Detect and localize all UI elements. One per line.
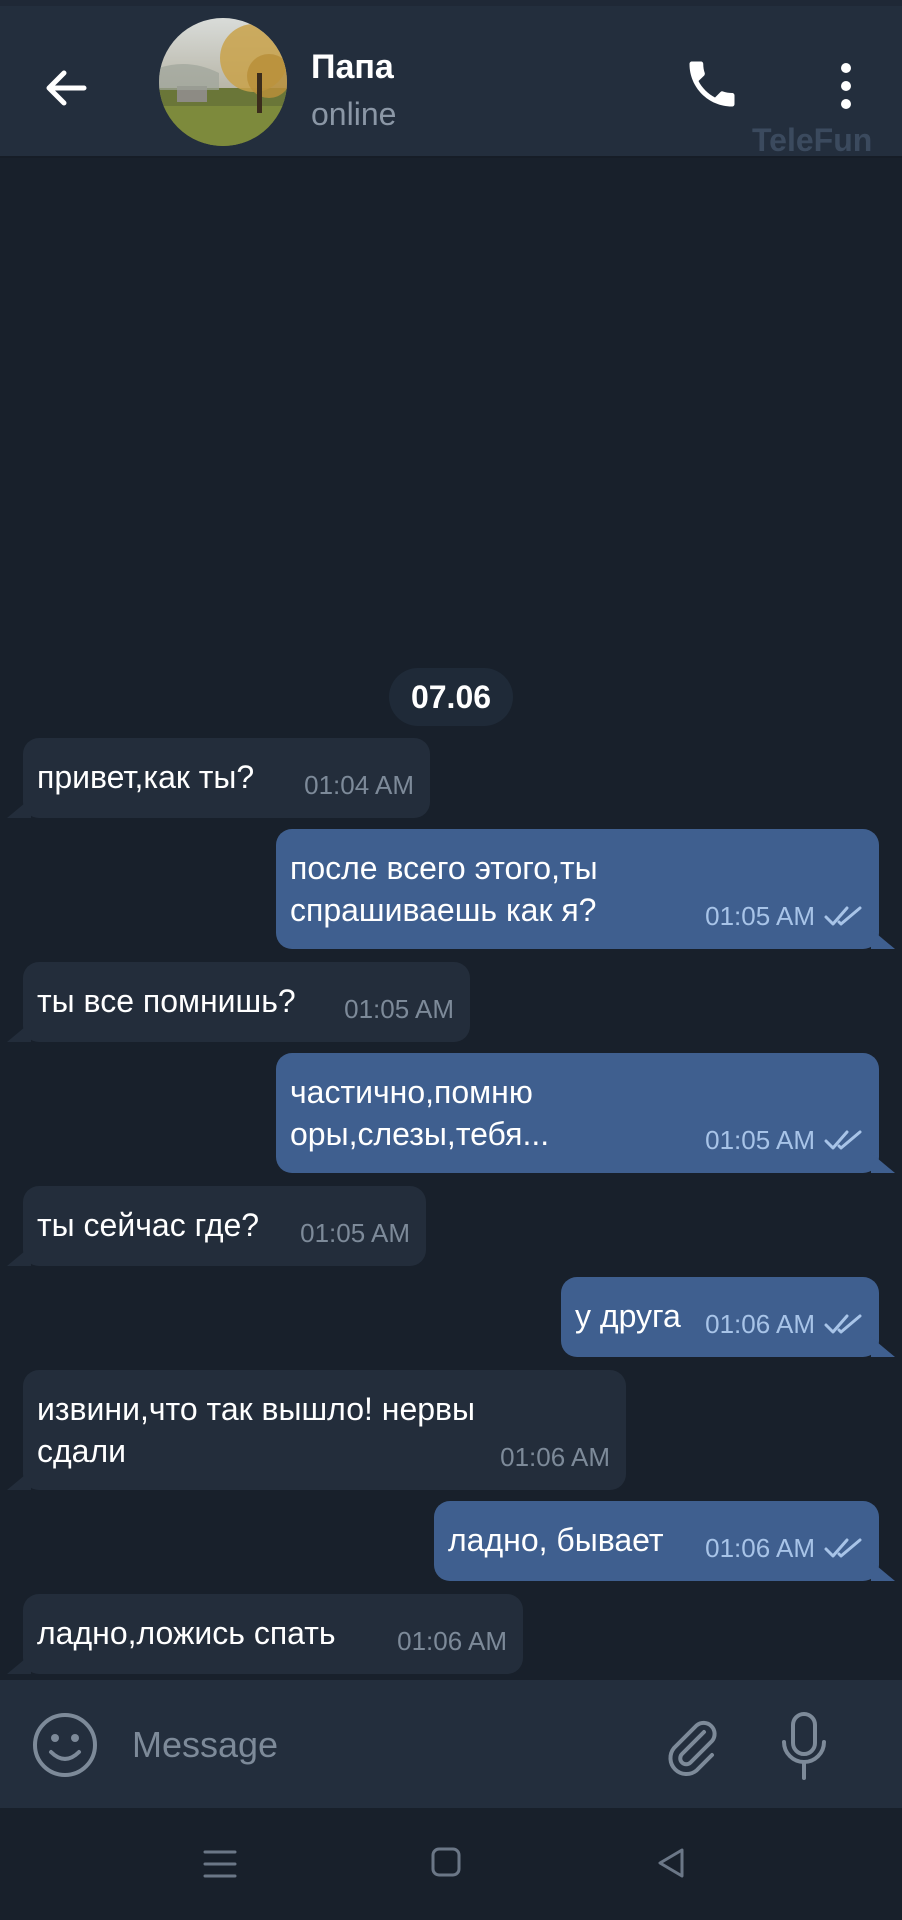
composer-bar (0, 1680, 902, 1808)
system-nav-bar (0, 1808, 902, 1920)
nav-back-icon[interactable] (654, 1846, 688, 1880)
message-time: 01:05 AM (705, 901, 815, 931)
message-bubble-outgoing[interactable]: частично,помню оры,слезы,тебя... 01:05 A… (276, 1053, 895, 1173)
message-time: 01:05 AM (705, 1125, 815, 1155)
message-meta: 01:06 AM (705, 1303, 863, 1345)
message-bubble-outgoing[interactable]: после всего этого,ты спрашиваешь как я? … (276, 829, 895, 949)
home-icon[interactable] (430, 1846, 462, 1878)
message-text: частично,помню оры,слезы,тебя... (290, 1074, 550, 1152)
watermark: TeleFun (752, 122, 873, 158)
message-bubble-incoming[interactable]: привет,как ты? 01:04 AM (7, 738, 430, 818)
message-input[interactable] (130, 1714, 634, 1776)
emoji-icon[interactable] (30, 1710, 100, 1780)
message-meta: 01:04 AM (304, 764, 414, 806)
message-meta: 01:05 AM (300, 1212, 410, 1254)
double-check-icon (824, 1130, 862, 1150)
message-meta: 01:05 AM (344, 988, 454, 1030)
message-text: ладно,ложись спать (37, 1615, 336, 1651)
contact-status: online (311, 96, 397, 132)
message-text: ладно, бывает (448, 1522, 664, 1558)
recent-apps-icon[interactable] (202, 1848, 238, 1880)
message-text: ты все помнишь? (37, 983, 296, 1019)
more-vertical-icon[interactable] (826, 58, 866, 114)
back-arrow-icon[interactable] (40, 60, 96, 116)
message-list[interactable]: 07.06 привет,как ты? 01:04 AM после всег… (0, 158, 902, 1678)
message-bubble-incoming[interactable]: ты сейчас где? 01:05 AM (7, 1186, 426, 1266)
phone-icon[interactable] (682, 54, 742, 114)
message-text: после всего этого,ты спрашиваешь как я? (290, 850, 598, 928)
double-check-icon (824, 1314, 862, 1334)
message-time: 01:06 AM (397, 1626, 507, 1656)
message-meta: 01:05 AM (705, 895, 863, 937)
message-text: ты сейчас где? (37, 1207, 260, 1243)
contact-name[interactable]: Папа (311, 48, 394, 87)
message-meta: 01:06 AM (397, 1620, 507, 1662)
message-bubble-incoming[interactable]: ладно,ложись спать 01:06 AM (7, 1594, 523, 1674)
date-separator: 07.06 (389, 668, 513, 726)
avatar[interactable] (159, 18, 287, 146)
message-time: 01:04 AM (304, 770, 414, 800)
paperclip-icon[interactable] (660, 1712, 726, 1778)
message-meta: 01:06 AM (705, 1527, 863, 1569)
message-time: 01:06 AM (705, 1533, 815, 1563)
microphone-icon[interactable] (776, 1710, 832, 1784)
double-check-icon (824, 1538, 862, 1558)
message-time: 01:05 AM (344, 994, 454, 1024)
message-text: извини,что так вышло! нервы сдали (37, 1391, 476, 1469)
chat-header: Папа online TeleFun (0, 6, 902, 158)
message-time: 01:06 AM (705, 1309, 815, 1339)
message-bubble-incoming[interactable]: ты все помнишь? 01:05 AM (7, 962, 470, 1042)
message-meta: 01:05 AM (705, 1119, 863, 1161)
message-time: 01:06 AM (500, 1442, 610, 1472)
message-bubble-outgoing[interactable]: ладно, бывает 01:06 AM (434, 1501, 895, 1581)
double-check-icon (824, 906, 862, 926)
message-time: 01:05 AM (300, 1218, 410, 1248)
message-bubble-outgoing[interactable]: у друга 01:06 AM (561, 1277, 895, 1357)
message-text: у друга (575, 1298, 681, 1334)
message-bubble-incoming[interactable]: извини,что так вышло! нервы сдали 01:06 … (7, 1370, 626, 1490)
message-text: привет,как ты? (37, 759, 255, 795)
message-meta: 01:06 AM (500, 1436, 610, 1478)
